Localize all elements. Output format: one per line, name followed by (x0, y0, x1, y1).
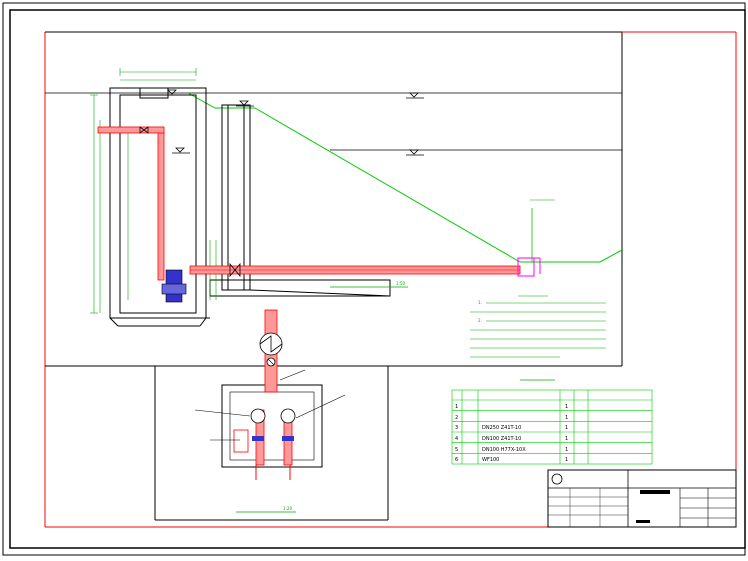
title-block (547, 469, 737, 528)
row-3-no: 3 (455, 425, 458, 431)
note-line-1: 1. (478, 300, 482, 305)
row-3-spec: DN250 Z41T-10 (482, 425, 521, 431)
pipe-section-scale: 1:50 (396, 281, 405, 286)
sheet-frame (2, 2, 746, 556)
row-4-qty: 1 (565, 436, 568, 442)
outlet-fitting (517, 257, 541, 277)
company-logo (551, 473, 563, 485)
equipment-table: 1 2 3 4 5 6 DN250 Z41T-10 DN100 Z41T-10 … (451, 379, 653, 465)
water-level-icon (164, 89, 424, 156)
row-6-no: 6 (455, 457, 458, 463)
flowmeter-icon (259, 332, 283, 367)
row-5-spec: DN100 H77X-10X (482, 447, 526, 453)
design-notes: 1. 2. (470, 295, 606, 358)
row-3-qty: 1 (565, 425, 568, 431)
row-6-qty: 1 (565, 457, 568, 463)
row-5-qty: 1 (565, 447, 568, 453)
plan-view-scale: 1:20 (283, 506, 292, 511)
row-2-no: 2 (455, 415, 458, 421)
row-2-qty: 1 (565, 415, 568, 421)
row-5-no: 5 (455, 447, 458, 453)
row-6-spec: WF100 (482, 457, 499, 463)
row-1-no: 1 (455, 404, 458, 410)
valve-icon (139, 126, 241, 278)
embankment-slope (187, 92, 623, 263)
pump-icon (161, 269, 187, 303)
ground-lines (45, 92, 622, 151)
cad-drawing-canvas: 1:50 1:20 1. 2. 1 2 3 4 5 6 DN250 Z41T-1… (2, 2, 746, 556)
row-1-qty: 1 (565, 404, 568, 410)
row-4-spec: DN100 Z41T-10 (482, 436, 521, 442)
note-line-2: 2. (478, 318, 482, 323)
row-4-no: 4 (455, 436, 458, 442)
